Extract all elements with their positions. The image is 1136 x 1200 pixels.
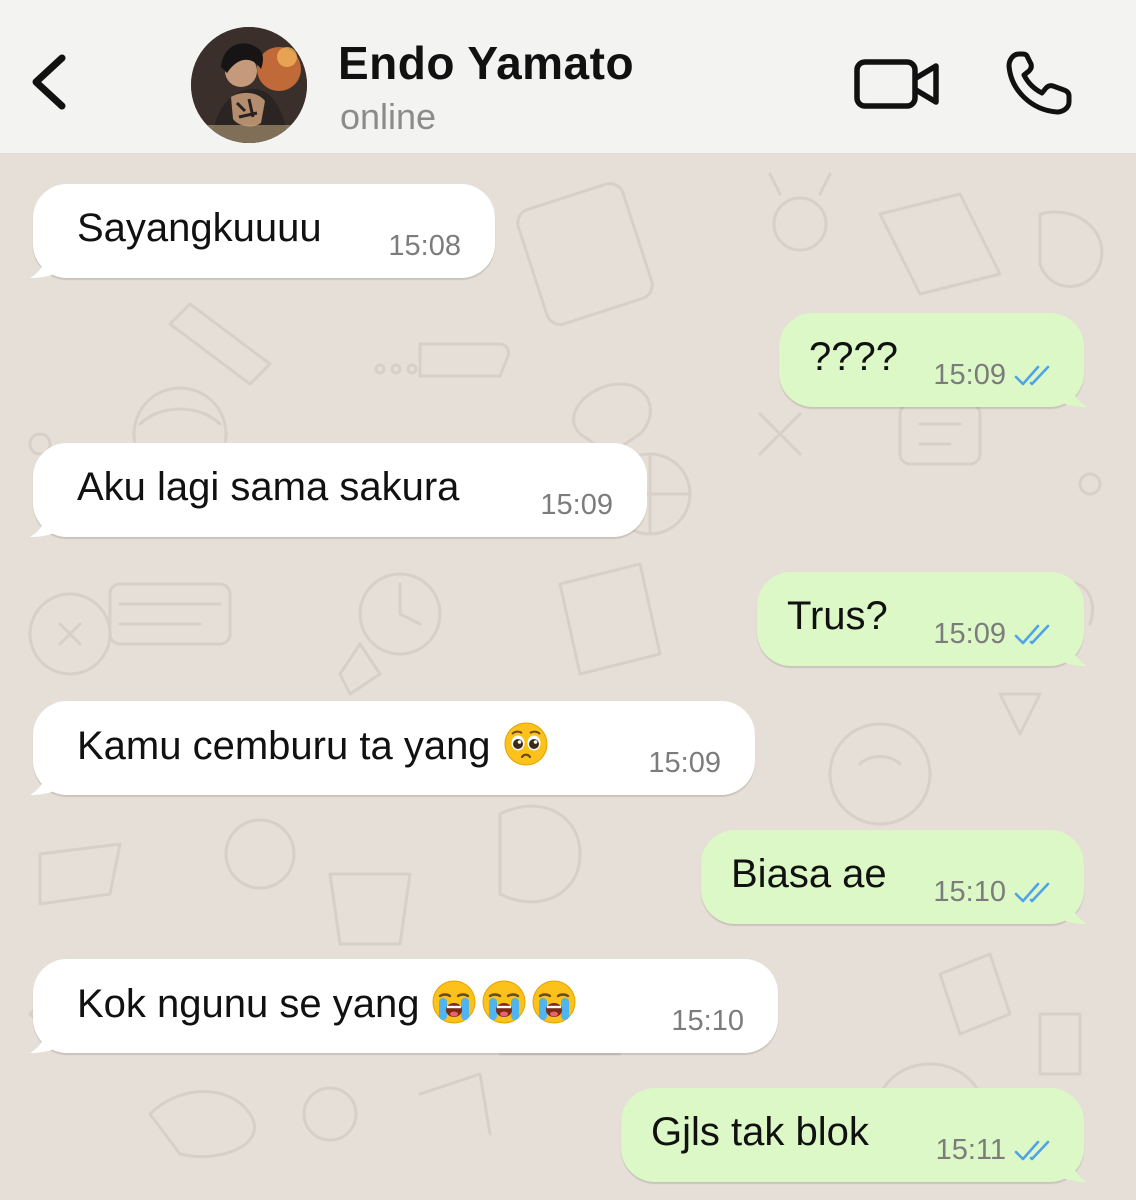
bubble-tail [30,246,64,278]
message-text: Trus? [787,592,888,640]
loudly-crying-face-emoji [432,980,476,1024]
read-receipt-icon [1014,1140,1050,1161]
message-text: ???? [809,333,898,381]
chat-header: Endo Yamato online [0,0,1136,154]
contact-status: online [340,96,437,137]
pleading-face-emoji [504,722,548,766]
bubble-tail [1053,1150,1087,1182]
message-text-content: Kok ngunu se yang [77,982,420,1026]
bubble-tail [30,505,64,537]
message-emoji-group [427,980,577,1026]
read-receipt-icon [1014,624,1050,645]
message-timestamp: 15:09 [933,618,1006,650]
message-text-content: Sayangkuuuu [77,206,322,250]
message-text-content: Gjls tak blok [651,1110,869,1154]
avatar-image [191,27,307,143]
message-timestamp: 15:11 [935,1134,1006,1166]
video-call-icon[interactable] [852,54,942,114]
message-text-content: ???? [809,335,898,379]
message-text: Biasa ae [731,850,887,898]
message-text: Kamu cemburu ta yang [77,721,549,770]
message-text: Kok ngunu se yang [77,979,577,1028]
outgoing-message-bubble[interactable]: ???? 15:09 [779,313,1087,407]
message-text-content: Biasa ae [731,852,887,896]
outgoing-message-bubble[interactable]: Gjls tak blok 15:11 [621,1088,1087,1182]
message-emoji-group [499,722,549,768]
contact-avatar[interactable] [191,27,307,143]
message-timestamp: 15:09 [648,747,721,779]
incoming-message-bubble[interactable]: Sayangkuuuu 15:08 [30,184,495,278]
chat-area[interactable]: Sayangkuuuu 15:08???? 15:09 Aku lagi sama s… [0,154,1136,1200]
message-timestamp: 15:08 [388,230,461,262]
loudly-crying-face-emoji [482,980,526,1024]
message-text-content: Kamu cemburu ta yang [77,724,491,768]
bubble-tail [1053,375,1087,407]
outgoing-message-bubble[interactable]: Trus? 15:09 [757,572,1087,666]
read-receipt-icon [1014,882,1050,903]
message-timestamp: 15:09 [933,359,1006,391]
chevron-left-icon[interactable] [24,50,76,114]
bubble-tail [30,763,64,795]
incoming-message-bubble[interactable]: Kok ngunu se yang 15:10 [30,959,778,1053]
loudly-crying-face-emoji [532,980,576,1024]
message-timestamp: 15:10 [671,1005,744,1037]
message-text: Aku lagi sama sakura [77,463,459,511]
message-text: Sayangkuuuu [77,204,322,252]
bubble-tail [1053,892,1087,924]
read-receipt-icon [1014,365,1050,386]
outgoing-message-bubble[interactable]: Biasa ae 15:10 [701,830,1087,924]
message-timestamp: 15:09 [540,489,613,521]
bubble-tail [30,1021,64,1053]
message-text-content: Aku lagi sama sakura [77,465,460,509]
voice-call-icon[interactable] [1003,50,1077,116]
message-text: Gjls tak blok [651,1108,869,1156]
bubble-tail [1053,634,1087,666]
message-text-content: Trus? [787,594,888,638]
contact-name[interactable]: Endo Yamato [338,36,634,90]
message-timestamp: 15:10 [933,876,1006,908]
incoming-message-bubble[interactable]: Aku lagi sama sakura 15:09 [30,443,647,537]
incoming-message-bubble[interactable]: Kamu cemburu ta yang 15:09 [30,701,755,795]
